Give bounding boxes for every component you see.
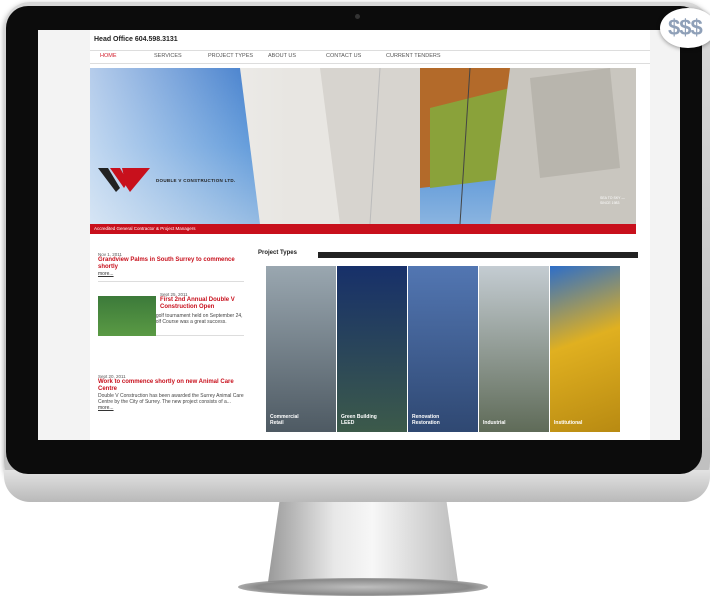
project-types-rule [318,252,638,258]
nav-project-types[interactable]: PROJECT TYPES [208,53,253,59]
monitor-base [238,578,488,596]
news-title[interactable]: Work to commence shortly on new Animal C… [98,379,244,393]
hero-tint [90,68,290,224]
hero-banner: DOUBLE V CONSTRUCTION LTD. SEA TO SKY — … [90,68,636,224]
tile-image [550,266,620,432]
nav-contact-us[interactable]: CONTACT US [326,53,361,59]
monitor-screen: Head Office 604.598.3131 HOME SERVICES P… [38,30,680,440]
tile-image [479,266,549,432]
main-nav: HOME SERVICES PROJECT TYPES ABOUT US CON… [90,50,650,64]
tile-label: Institutional [554,420,583,426]
news-divider [98,281,244,282]
tile-label: Industrial [483,420,506,426]
head-office-phone: Head Office 604.598.3131 [94,36,178,43]
hero-caption: SEA TO SKY — SINCE 1983 [600,196,625,205]
logo-area: DOUBLE V CONSTRUCTION LTD. [98,168,288,192]
nav-about-us[interactable]: ABOUT US [268,53,296,59]
news-item: Nov 1, 2011 Grandview Palms in South Sur… [98,252,244,282]
tile-label: Commercial Retail [270,414,299,426]
tagline-bar: Accredited General Contractor & Project … [90,224,636,234]
nav-current-tenders[interactable]: CURRENT TENDERS [386,53,441,59]
tile-image [337,266,407,432]
news-title[interactable]: First 2nd Annual Double V Construction O… [160,297,244,311]
news-more-link[interactable]: more... [98,271,244,277]
project-types-header: Project Types [258,250,638,258]
monitor-stand [268,502,458,582]
website: Head Office 604.598.3131 HOME SERVICES P… [90,30,650,440]
nav-home[interactable]: HOME [100,53,117,59]
project-tiles: Commercial Retail Green Building LEED Re… [266,266,622,432]
tile-image [408,266,478,432]
tile-label: Green Building LEED [341,414,377,426]
tagline-text: Accredited General Contractor & Project … [94,226,196,231]
news-title[interactable]: Grandview Palms in South Surrey to comme… [98,257,244,271]
project-tile-commercial[interactable]: Commercial Retail [266,266,336,432]
nav-services[interactable]: SERVICES [154,53,182,59]
price-badge: $$$ [660,8,710,48]
project-tile-green-building[interactable]: Green Building LEED [337,266,407,432]
news-more-link[interactable]: more... [98,405,244,411]
project-types-title: Project Types [258,250,297,256]
project-tile-industrial[interactable]: Industrial [479,266,549,432]
news-item: Sept 25, 2011 First 2nd Annual Double V … [98,292,244,336]
project-tile-renovation[interactable]: Renovation Restoration [408,266,478,432]
news-item: Sept 20, 2011 Work to commence shortly o… [98,374,244,411]
camera-dot [355,14,360,19]
news-body: Double V Construction has been awarded t… [98,393,244,405]
golf-photo [98,296,156,336]
logo-icon [98,168,150,192]
project-tile-institutional[interactable]: Institutional [550,266,620,432]
monitor-chin [4,470,710,502]
tile-label: Renovation Restoration [412,414,440,426]
logo-text: DOUBLE V CONSTRUCTION LTD. [156,178,236,183]
tile-image [266,266,336,432]
